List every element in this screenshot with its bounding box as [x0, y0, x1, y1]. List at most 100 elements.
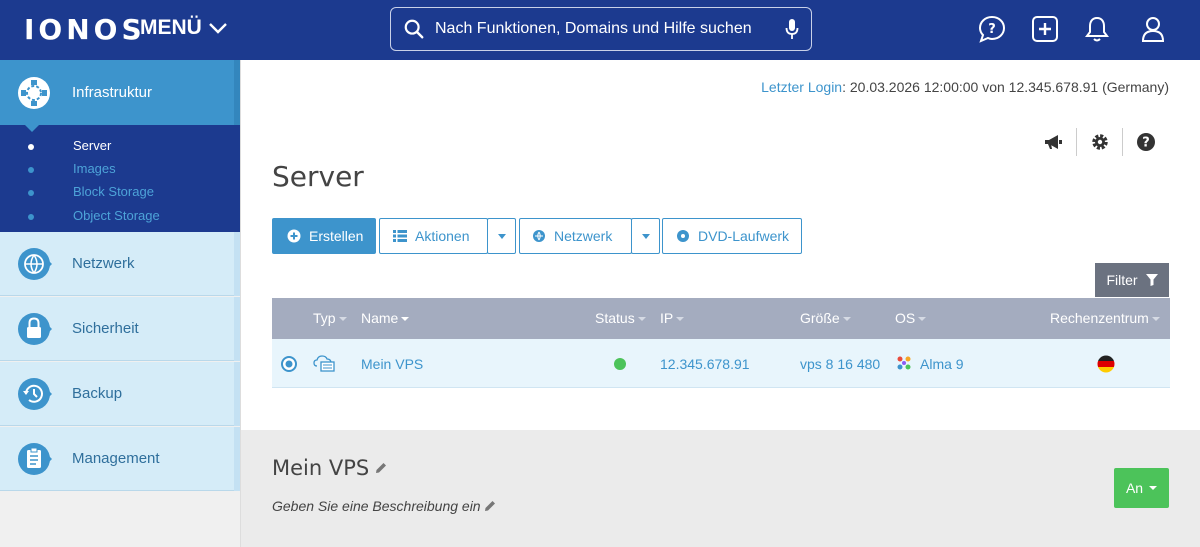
submenu-item-block-storage[interactable]: Block Storage	[73, 184, 154, 199]
megaphone-icon[interactable]	[1030, 128, 1076, 156]
network-dropdown-toggle[interactable]	[631, 218, 660, 254]
column-header-label: OS	[895, 310, 916, 326]
sidebar-item-netzwerk[interactable]: Netzwerk	[0, 232, 240, 296]
actions-dropdown-toggle[interactable]	[487, 218, 516, 254]
filter-button-label: Filter	[1106, 272, 1138, 288]
server-size: vps 8 16 480	[800, 356, 881, 372]
main-content: Letzter Login: 20.03.2026 12:00:00 von 1…	[240, 60, 1200, 430]
submenu-dot	[28, 167, 34, 173]
description-field[interactable]: Geben Sie eine Beschreibung ein	[272, 498, 496, 514]
table-row[interactable]: Mein VPS 12.345.678.91 vps 8 16 480 Alma…	[272, 339, 1170, 388]
menu-label: MENÜ	[140, 16, 202, 39]
network-globe-icon	[18, 247, 52, 280]
detail-server-name: Mein VPS	[272, 456, 370, 480]
power-state-label: An	[1125, 480, 1144, 496]
svg-text:?: ?	[1142, 136, 1150, 151]
page-title: Server	[272, 160, 364, 193]
dvd-drive-button[interactable]: DVD-Laufwerk	[662, 218, 802, 254]
ionos-logo[interactable]: IONOS	[24, 13, 146, 46]
column-header-label: Name	[361, 310, 399, 326]
filter-button[interactable]: Filter	[1095, 263, 1169, 297]
top-bar: IONOS MENÜ ?	[0, 0, 1200, 60]
bell-icon[interactable]	[1082, 14, 1112, 44]
detail-title: Mein VPS	[272, 456, 387, 480]
status-running-indicator	[614, 358, 626, 370]
active-notch	[25, 125, 39, 132]
sidebar-item-sicherheit[interactable]: Sicherheit	[0, 297, 240, 361]
sidebar-item-infrastruktur[interactable]: Infrastruktur	[0, 60, 240, 132]
sidebar-label-sicherheit: Sicherheit	[72, 320, 139, 337]
sort-caret-icon	[676, 317, 685, 322]
user-icon[interactable]	[1138, 14, 1168, 44]
column-header-datacenter[interactable]: Rechenzentrum	[1050, 310, 1160, 326]
table-header: Typ Name Status IP Größe OS Rechenzentru…	[272, 298, 1170, 339]
column-header-label: Größe	[800, 310, 840, 326]
caret-down-icon	[641, 233, 650, 239]
toolbar-icons: ?	[1030, 128, 1168, 156]
sidebar-item-backup[interactable]: Backup	[0, 362, 240, 426]
description-placeholder: Geben Sie eine Beschreibung ein	[272, 498, 481, 514]
column-header-size[interactable]: Größe	[800, 310, 851, 326]
submenu-dot	[28, 190, 34, 196]
alma-linux-icon	[897, 356, 911, 370]
create-button-label: Erstellen	[309, 228, 364, 244]
help-circle-icon[interactable]: ?	[1122, 128, 1168, 156]
gear-icon[interactable]	[1076, 128, 1122, 156]
disc-icon	[677, 230, 689, 242]
actions-button[interactable]: Aktionen	[379, 218, 488, 254]
sidebar-label-infrastruktur: Infrastruktur	[72, 84, 153, 101]
sort-caret-icon	[1151, 317, 1160, 322]
last-login-text: : 20.03.2026 12:00:00 von 12.345.678.91 …	[842, 79, 1169, 95]
svg-text:?: ?	[988, 22, 996, 37]
server-name-link[interactable]: Mein VPS	[361, 356, 423, 372]
submenu-dot	[28, 214, 34, 220]
server-os: Alma 9	[920, 356, 964, 372]
sort-caret-icon	[842, 317, 851, 322]
menu-button[interactable]: MENÜ	[140, 16, 228, 40]
sidebar: Infrastruktur Server Images Block Storag…	[0, 60, 240, 547]
power-state-button[interactable]: An	[1114, 468, 1169, 508]
server-type-icon	[313, 355, 335, 372]
plus-circle-icon	[287, 229, 301, 243]
edit-pencil-icon[interactable]	[484, 500, 496, 512]
column-header-label: Typ	[313, 310, 336, 326]
last-login-link[interactable]: Letzter Login	[761, 79, 842, 95]
edit-pencil-icon[interactable]	[375, 462, 387, 474]
submenu-infrastruktur: Server Images Block Storage Object Stora…	[0, 125, 240, 232]
chevron-down-icon	[208, 23, 227, 34]
network-button-label: Netzwerk	[554, 228, 613, 244]
dvd-drive-button-label: DVD-Laufwerk	[698, 228, 790, 244]
caret-down-icon	[1149, 486, 1158, 490]
server-table: Typ Name Status IP Größe OS Rechenzentru…	[272, 298, 1170, 388]
network-button[interactable]: Netzwerk	[519, 218, 632, 254]
search-bar[interactable]	[390, 7, 812, 51]
sort-caret-icon	[338, 317, 347, 322]
clipboard-icon	[18, 442, 52, 475]
search-input[interactable]	[435, 20, 785, 38]
column-header-status[interactable]: Status	[595, 310, 646, 326]
column-header-os[interactable]: OS	[895, 310, 927, 326]
create-button[interactable]: Erstellen	[272, 218, 376, 254]
sort-caret-icon	[918, 317, 927, 322]
sort-caret-icon	[637, 317, 646, 322]
plus-square-icon[interactable]	[1030, 14, 1060, 44]
row-radio-button[interactable]	[281, 356, 297, 372]
submenu-item-server[interactable]: Server	[73, 138, 111, 153]
sidebar-item-management[interactable]: Management	[0, 427, 240, 491]
server-detail-panel: Mein VPS Geben Sie eine Beschreibung ein…	[240, 430, 1200, 547]
column-header-name[interactable]: Name	[361, 310, 410, 326]
submenu-item-object-storage[interactable]: Object Storage	[73, 208, 160, 223]
submenu-item-images[interactable]: Images	[73, 161, 116, 176]
help-chat-icon[interactable]: ?	[977, 14, 1007, 44]
germany-flag-icon	[1097, 355, 1115, 373]
sidebar-label-backup: Backup	[72, 385, 123, 402]
sidebar-label-netzwerk: Netzwerk	[72, 255, 135, 272]
microphone-icon[interactable]	[785, 18, 799, 40]
column-header-typ[interactable]: Typ	[313, 310, 347, 326]
sidebar-label-management: Management	[72, 450, 160, 467]
funnel-icon	[1145, 274, 1158, 286]
search-icon	[404, 19, 424, 39]
network-globe-icon	[533, 230, 545, 242]
column-header-ip[interactable]: IP	[660, 310, 685, 326]
column-header-label: Status	[595, 310, 635, 326]
